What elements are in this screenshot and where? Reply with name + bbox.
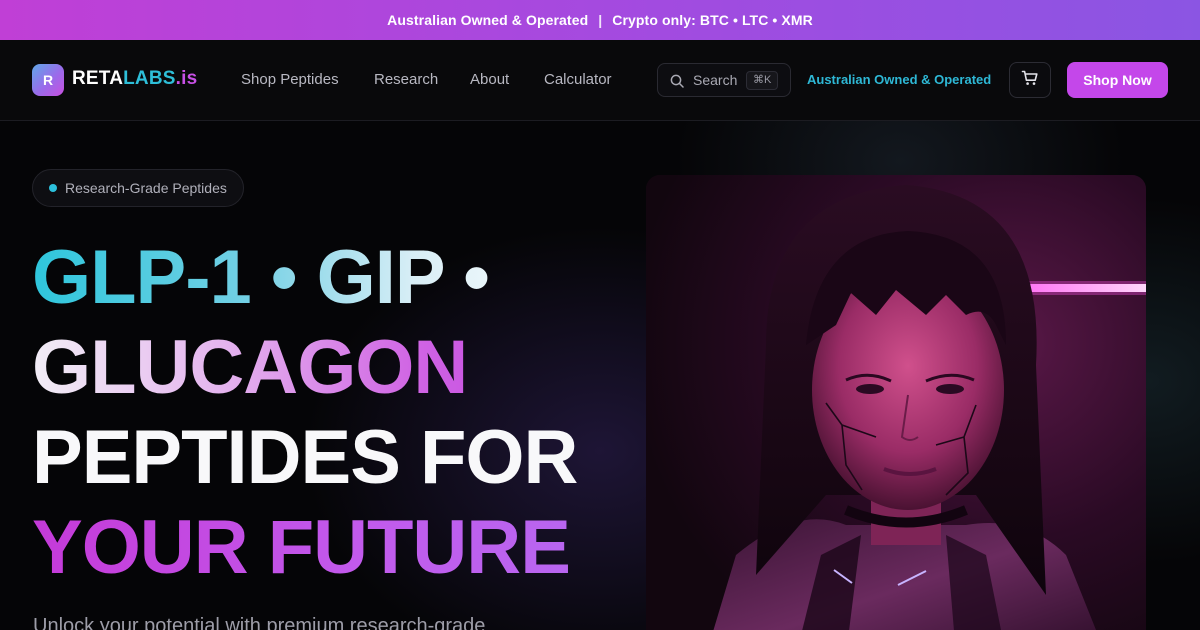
logo-wordmark-reta: RETA <box>72 68 124 89</box>
site-header: R RETALABS.is Shop Peptides Research Abo… <box>0 40 1200 121</box>
announcement-bar: Australian Owned & Operated | Crypto onl… <box>0 0 1200 40</box>
nav-link-calculator[interactable]: Calculator <box>544 71 612 88</box>
hero-section: Research-Grade Peptides GLP-1 • GIP • GL… <box>0 121 1200 630</box>
headline-line-4: YOUR FUTURE <box>32 503 577 593</box>
nav-link-about[interactable]: About <box>470 71 509 88</box>
logo-wordmark-labs: LABS <box>123 68 176 89</box>
pill-label: Research-Grade Peptides <box>65 180 227 196</box>
logo-wordmark[interactable]: RETALABS.is <box>72 68 197 90</box>
search-button[interactable]: Search ⌘K <box>657 63 791 97</box>
cart-icon <box>1021 69 1039 92</box>
search-icon <box>670 74 684 93</box>
cart-button[interactable] <box>1009 62 1051 98</box>
cyberpunk-portrait-illustration <box>646 175 1146 630</box>
research-grade-pill: Research-Grade Peptides <box>32 169 244 207</box>
logo-badge[interactable]: R <box>32 64 64 96</box>
hero-subtitle: Unlock your potential with premium resea… <box>33 615 486 630</box>
headline-line-3: PEPTIDES FOR <box>32 415 578 500</box>
nav-link-research[interactable]: Research <box>374 71 438 88</box>
search-label: Search <box>693 72 738 88</box>
logo-wordmark-tld: .is <box>175 68 198 89</box>
australian-owned-badge: Australian Owned & Operated <box>807 72 992 87</box>
hero-image <box>646 175 1146 630</box>
shop-now-button[interactable]: Shop Now <box>1067 62 1168 98</box>
pill-dot-icon <box>49 184 57 192</box>
hero-headline: GLP-1 • GIP • GLUCAGON PEPTIDES FOR YOUR… <box>32 233 578 593</box>
headline-line-2: GLUCAGON <box>32 323 577 413</box>
announcement-owned: Australian Owned & Operated <box>387 12 589 28</box>
headline-line-1: GLP-1 • GIP • <box>32 233 577 323</box>
announcement-crypto: Crypto only: BTC • LTC • XMR <box>612 12 813 28</box>
announcement-separator: | <box>598 12 603 28</box>
nav-link-shop-peptides[interactable]: Shop Peptides <box>241 71 339 88</box>
search-shortcut: ⌘K <box>746 71 779 90</box>
